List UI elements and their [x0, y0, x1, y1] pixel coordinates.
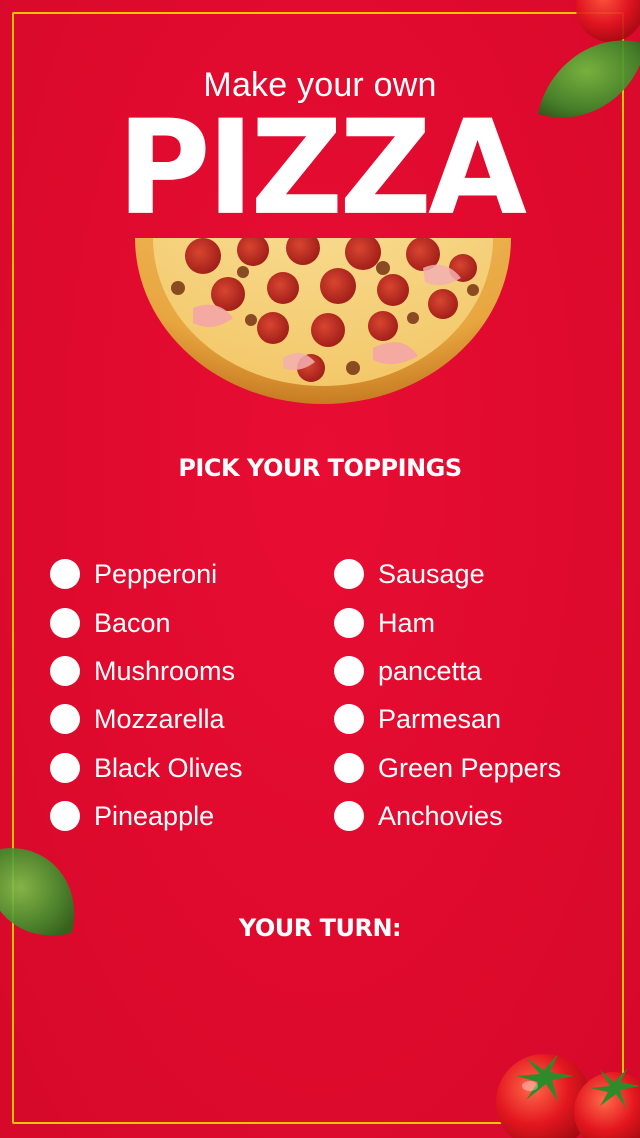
topping-label: pancetta: [378, 655, 482, 686]
topping-label: Sausage: [378, 558, 485, 589]
list-item[interactable]: pancetta: [334, 649, 482, 693]
list-item[interactable]: Sausage: [334, 552, 485, 596]
topping-label: Anchovies: [378, 800, 503, 831]
list-item[interactable]: Anchovies: [334, 794, 503, 838]
topping-label: Pepperoni: [94, 558, 218, 589]
topping-label: Pineapple: [94, 800, 215, 831]
topping-label: Black Olives: [94, 752, 243, 783]
pizza-image: [135, 238, 511, 404]
circle-checkbox-icon[interactable]: [334, 704, 364, 734]
tomato-icon: [496, 1054, 640, 1138]
page-title: PIZZA: [116, 92, 527, 245]
topping-label: Mozzarella: [94, 703, 225, 734]
list-item[interactable]: Green Peppers: [334, 746, 561, 790]
circle-checkbox-icon[interactable]: [334, 753, 364, 783]
list-item[interactable]: Black Olives: [50, 746, 243, 790]
circle-checkbox-icon[interactable]: [50, 656, 80, 686]
topping-label: Mushrooms: [94, 655, 236, 686]
poster: Make your own PIZZA PICK YOUR TOPPINGS P…: [0, 0, 640, 1138]
topping-label: Green Peppers: [378, 752, 562, 783]
list-item[interactable]: Mozzarella: [50, 697, 225, 741]
circle-checkbox-icon[interactable]: [50, 704, 80, 734]
toppings-heading: PICK YOUR TOPPINGS: [178, 454, 462, 482]
list-item[interactable]: Bacon: [50, 601, 171, 645]
circle-checkbox-icon[interactable]: [50, 608, 80, 638]
circle-checkbox-icon[interactable]: [334, 608, 364, 638]
circle-checkbox-icon[interactable]: [50, 801, 80, 831]
circle-checkbox-icon[interactable]: [334, 559, 364, 589]
list-item[interactable]: Pepperoni: [50, 552, 217, 596]
circle-checkbox-icon[interactable]: [50, 753, 80, 783]
circle-checkbox-icon[interactable]: [334, 801, 364, 831]
topping-label: Parmesan: [378, 703, 502, 734]
topping-label: Ham: [378, 607, 436, 638]
circle-checkbox-icon[interactable]: [50, 559, 80, 589]
topping-label: Bacon: [94, 607, 171, 638]
list-item[interactable]: Parmesan: [334, 697, 501, 741]
circle-checkbox-icon[interactable]: [334, 656, 364, 686]
list-item[interactable]: Mushrooms: [50, 649, 235, 693]
list-item[interactable]: Pineapple: [50, 794, 214, 838]
your-turn-label: YOUR TURN:: [238, 914, 402, 942]
list-item[interactable]: Ham: [334, 601, 435, 645]
